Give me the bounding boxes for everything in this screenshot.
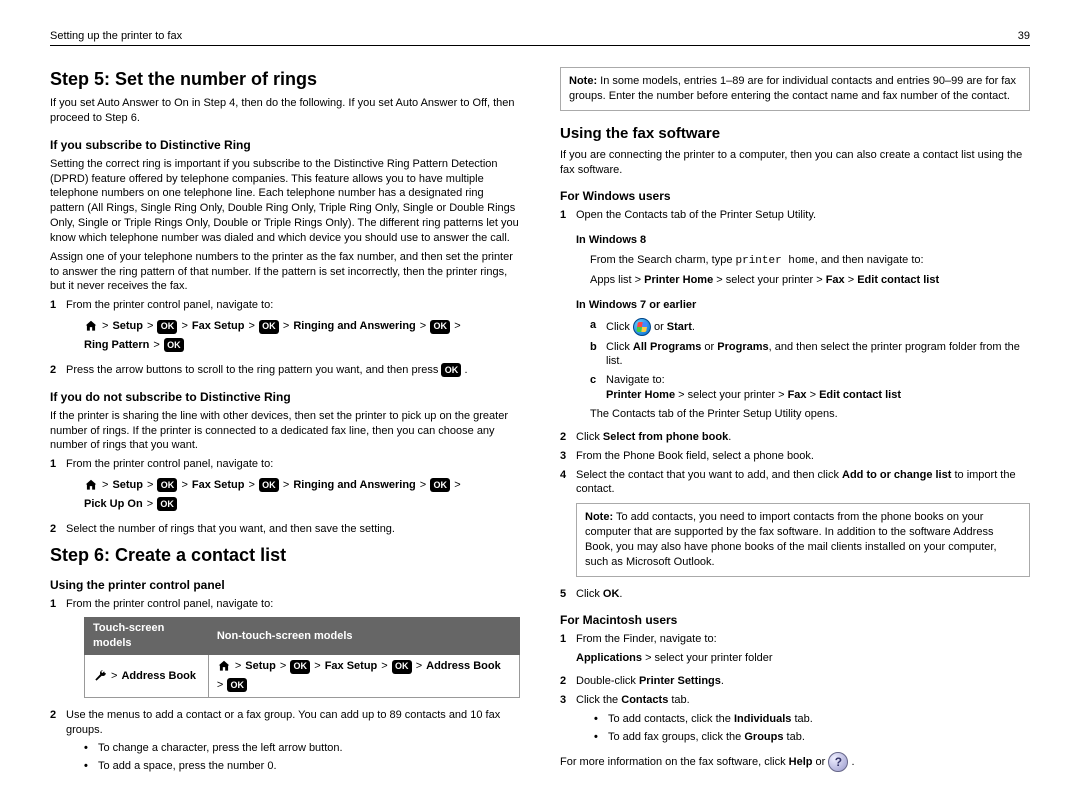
ok-icon: OK <box>430 478 450 492</box>
win8-heading: In Windows 8 <box>576 233 1030 248</box>
help-footer: For more information on the fax software… <box>560 752 1030 772</box>
list-item: 4 Select the contact that you want to ad… <box>560 468 1030 583</box>
list-item: 2 Click Select from phone book. <box>560 430 1030 445</box>
table-header: Non-touch-screen models <box>208 618 519 655</box>
list-item: 1 From the Finder, navigate to: Applicat… <box>560 632 1030 670</box>
step5-intro: If you set Auto Answer to On in Step 4, … <box>50 96 520 126</box>
win7-heading: In Windows 7 or earlier <box>576 298 1030 313</box>
table-cell: >Address Book <box>85 655 209 698</box>
list-item: 1 Open the Contacts tab of the Printer S… <box>560 208 1030 425</box>
step6-title: Step 6: Create a contact list <box>50 545 520 566</box>
table-header: Touch-screen models <box>85 618 209 655</box>
list-item: 2 Use the menus to add a contact or a fa… <box>50 708 520 778</box>
note-box: Note: In some models, entries 1–89 are f… <box>560 67 1030 111</box>
left-column: Step 5: Set the number of rings If you s… <box>50 61 520 782</box>
list-item: b Click All Programs or Programs, and th… <box>590 340 1030 370</box>
win8-path: Apps list > Printer Home > select your p… <box>590 273 1030 288</box>
mac-heading: For Macintosh users <box>560 613 1030 627</box>
windows-start-icon <box>633 318 651 336</box>
ok-icon: OK <box>259 478 279 492</box>
list-item: 2 Double-click Printer Settings. <box>560 674 1030 689</box>
right-column: Note: In some models, entries 1–89 are f… <box>560 61 1030 782</box>
list-item: 5 Click OK. <box>560 587 1030 602</box>
list-item: 3 Click the Contacts tab. To add contact… <box>560 693 1030 749</box>
distinctive-ring-heading: If you subscribe to Distinctive Ring <box>50 138 520 152</box>
list-item: 3 From the Phone Book field, select a ph… <box>560 449 1030 464</box>
using-panel-heading: Using the printer control panel <box>50 578 520 592</box>
bullet-item: To add a space, press the number 0. <box>84 759 520 774</box>
ok-icon: OK <box>164 338 184 352</box>
win7-after: The Contacts tab of the Printer Setup Ut… <box>590 407 1030 422</box>
home-icon <box>84 478 98 493</box>
help-icon: ? <box>828 752 848 772</box>
distinctive-p1: Setting the correct ring is important if… <box>50 157 520 246</box>
nav-path: >Setup> OK >Fax Setup> OK >Ringing and A… <box>84 319 520 353</box>
no-distinctive-heading: If you do not subscribe to Distinctive R… <box>50 390 520 404</box>
win8-line: From the Search charm, type printer home… <box>590 253 1030 269</box>
bullet-item: To add fax groups, click the Groups tab. <box>594 730 1030 745</box>
bullet-item: To add contacts, click the Individuals t… <box>594 712 1030 727</box>
table-cell: >Setup> OK >Fax Setup> OK >Address Book>… <box>208 655 519 698</box>
step5-title: Step 5: Set the number of rings <box>50 69 520 90</box>
fax-software-heading: Using the fax software <box>560 125 1030 142</box>
ok-icon: OK <box>157 320 177 334</box>
header-left: Setting up the printer to fax <box>50 30 182 42</box>
ok-icon: OK <box>157 497 177 511</box>
distinctive-p2: Assign one of your telephone numbers to … <box>50 250 520 295</box>
fax-software-intro: If you are connecting the printer to a c… <box>560 148 1030 178</box>
note-box: Note: To add contacts, you need to impor… <box>576 503 1030 576</box>
ok-icon: OK <box>290 660 310 674</box>
ok-icon: OK <box>430 320 450 334</box>
no-distinctive-p1: If the printer is sharing the line with … <box>50 409 520 454</box>
list-item: 2 Select the number of rings that you wa… <box>50 522 520 537</box>
list-item: 2 Press the arrow buttons to scroll to t… <box>50 363 520 378</box>
models-table: Touch-screen models Non-touch-screen mod… <box>84 617 520 697</box>
wrench-icon <box>93 669 107 684</box>
ok-icon: OK <box>392 660 412 674</box>
ok-icon: OK <box>157 478 177 492</box>
page-header: Setting up the printer to fax 39 <box>50 30 1030 46</box>
list-item: 1 From the printer control panel, naviga… <box>50 597 520 704</box>
bullet-item: To change a character, press the left ar… <box>84 741 520 756</box>
ok-icon: OK <box>441 363 461 377</box>
home-icon <box>84 319 98 334</box>
ok-icon: OK <box>259 320 279 334</box>
list-item: c Navigate to: Printer Home > select you… <box>590 373 1030 403</box>
ok-icon: OK <box>227 678 247 692</box>
windows-heading: For Windows users <box>560 189 1030 203</box>
page-number: 39 <box>1018 30 1030 42</box>
nav-path: >Setup> OK >Fax Setup> OK >Ringing and A… <box>84 478 520 512</box>
list-item: 1 From the printer control panel, naviga… <box>50 457 520 518</box>
list-item: a Click or Start. <box>590 318 1030 336</box>
list-item: 1 From the printer control panel, naviga… <box>50 298 520 359</box>
home-icon <box>217 659 231 674</box>
